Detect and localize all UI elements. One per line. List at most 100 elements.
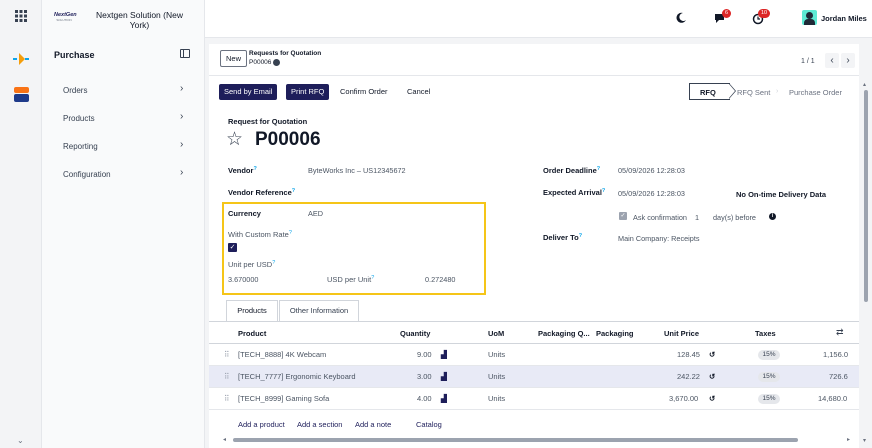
- row-product[interactable]: [TECH_7777] Ergonomic Keyboard: [238, 372, 356, 381]
- user-name[interactable]: Jordan Miles: [821, 14, 867, 23]
- table-row[interactable]: ⠿ [TECH_8888] 4K Webcam 9.00 ▟ Units 128…: [209, 344, 859, 366]
- menu-item-products[interactable]: Products: [63, 114, 95, 123]
- expected-arrival-field[interactable]: 05/09/2026 12:28:03: [618, 189, 685, 198]
- header-unit-price[interactable]: Unit Price: [664, 329, 699, 338]
- row-quantity[interactable]: 9.00: [417, 350, 432, 359]
- info-icon: i: [769, 213, 776, 220]
- tax-badge[interactable]: 15%: [758, 394, 780, 404]
- pager-next-button[interactable]: ›: [841, 53, 855, 68]
- star-icon[interactable]: ☆: [226, 130, 243, 149]
- catalog-link[interactable]: Catalog: [416, 420, 442, 429]
- header-packaging-qty[interactable]: Packaging Q...: [538, 329, 590, 338]
- dark-mode-icon[interactable]: [675, 12, 687, 24]
- status-arrow-inner: [729, 84, 735, 98]
- app-title: Purchase: [54, 50, 95, 60]
- inventory-app-icon[interactable]: [14, 87, 29, 102]
- vendor-field[interactable]: ByteWorks Inc – US12345672: [308, 166, 406, 175]
- forecast-chart-icon[interactable]: ▟: [441, 372, 447, 381]
- row-unit-price[interactable]: 128.45: [677, 350, 700, 359]
- row-subtotal: 14,680.0: [818, 394, 848, 403]
- chevron-right-icon[interactable]: ›: [180, 139, 183, 150]
- row-quantity[interactable]: 3.00: [417, 372, 432, 381]
- chevron-right-icon[interactable]: ›: [180, 167, 183, 178]
- tab-products[interactable]: Products: [226, 300, 278, 322]
- add-product-link[interactable]: Add a product: [238, 420, 285, 429]
- usd-per-unit-field[interactable]: 0.272480: [425, 275, 455, 284]
- forecast-chart-icon[interactable]: ▟: [441, 394, 447, 403]
- row-quantity[interactable]: 4.00: [417, 394, 432, 403]
- header-packaging[interactable]: Packaging: [596, 329, 634, 338]
- vendor-reference-label: Vendor Reference?: [228, 188, 296, 197]
- drag-handle-icon[interactable]: ⠿: [224, 394, 230, 403]
- ask-confirmation-checkbox[interactable]: ✓: [619, 212, 627, 220]
- pager-value[interactable]: 1 / 1: [801, 58, 815, 65]
- custom-rate-checkbox[interactable]: ✓: [228, 243, 237, 252]
- company-logo: NextGen SOLUTION: [54, 12, 77, 22]
- status-purchase-order[interactable]: Purchase Order: [789, 88, 842, 97]
- ask-confirmation-days[interactable]: 1: [695, 213, 699, 222]
- record-name: P00006: [255, 129, 321, 150]
- horizontal-scrollbar[interactable]: ◂ ▸: [223, 437, 853, 443]
- days-before-label: day(s) before: [713, 213, 756, 222]
- row-subtotal: 1,156.0: [823, 350, 849, 359]
- history-icon[interactable]: ↺: [709, 372, 715, 381]
- gear-icon[interactable]: [273, 59, 280, 66]
- history-icon[interactable]: ↺: [709, 394, 715, 403]
- row-product[interactable]: [TECH_8888] 4K Webcam: [238, 350, 326, 359]
- add-note-link[interactable]: Add a note: [355, 420, 391, 429]
- sidebar: NextGen SOLUTION Nextgen Solution (New Y…: [42, 0, 205, 448]
- add-section-link[interactable]: Add a section: [297, 420, 342, 429]
- tax-badge[interactable]: 15%: [758, 350, 780, 360]
- table-row[interactable]: ⠿ [TECH_8999] Gaming Sofa 4.00 ▟ Units 3…: [209, 388, 859, 410]
- collapse-rail-icon[interactable]: ⌄: [17, 436, 24, 445]
- company-name[interactable]: Nextgen Solution (New York): [87, 10, 192, 30]
- send-by-email-button[interactable]: Send by Email: [219, 84, 278, 100]
- menu-item-configuration[interactable]: Configuration: [63, 170, 111, 179]
- row-unit-price[interactable]: 3,670.00: [669, 394, 698, 403]
- vertical-scrollbar[interactable]: ▴ ▾: [863, 82, 869, 446]
- optional-columns-icon[interactable]: ⇄: [836, 327, 844, 338]
- chevron-right-icon[interactable]: ›: [180, 83, 183, 94]
- print-rfq-button[interactable]: Print RFQ: [286, 84, 330, 100]
- row-product[interactable]: [TECH_8999] Gaming Sofa: [238, 394, 329, 403]
- header-uom[interactable]: UoM: [488, 329, 504, 338]
- deliver-to-label: Deliver To?: [543, 233, 583, 242]
- confirm-order-button[interactable]: Confirm Order: [335, 84, 393, 100]
- ask-confirmation-label: Ask confirmation: [633, 213, 687, 222]
- menu-item-reporting[interactable]: Reporting: [63, 142, 98, 151]
- drag-handle-icon[interactable]: ⠿: [224, 350, 230, 359]
- breadcrumb-parent[interactable]: Requests for Quotation: [249, 50, 321, 57]
- drag-handle-icon[interactable]: ⠿: [224, 372, 230, 381]
- main-area: New Requests for Quotation P00006 1 / 1 …: [205, 38, 872, 448]
- toggle-sidebar-icon[interactable]: [180, 49, 190, 58]
- header-quantity[interactable]: Quantity: [400, 329, 430, 338]
- header-product[interactable]: Product: [238, 329, 266, 338]
- tax-badge[interactable]: 15%: [758, 372, 780, 382]
- apps-grid-icon[interactable]: [15, 10, 27, 22]
- chevron-right-icon[interactable]: ›: [180, 111, 183, 122]
- row-unit-price[interactable]: 242.22: [677, 372, 700, 381]
- currency-label: Currency: [228, 209, 261, 218]
- row-uom[interactable]: Units: [488, 350, 505, 359]
- avatar[interactable]: [802, 10, 817, 25]
- table-row[interactable]: ⠿ [TECH_7777] Ergonomic Keyboard 3.00 ▟ …: [209, 366, 859, 388]
- row-uom[interactable]: Units: [488, 372, 505, 381]
- forecast-chart-icon[interactable]: ▟: [441, 350, 447, 359]
- order-deadline-field[interactable]: 05/09/2026 12:28:03: [618, 166, 685, 175]
- deliver-to-field[interactable]: Main Company: Receipts: [618, 234, 700, 243]
- row-uom[interactable]: Units: [488, 394, 505, 403]
- breadcrumb-record: P00006: [249, 59, 272, 66]
- top-bar: 6 10 Jordan Miles: [205, 0, 872, 38]
- status-rfq-sent[interactable]: RFQ Sent: [737, 88, 770, 97]
- unit-per-usd-field[interactable]: 3.670000: [228, 275, 258, 284]
- purchase-app-icon[interactable]: [13, 52, 29, 66]
- header-taxes[interactable]: Taxes: [755, 329, 776, 338]
- divider: [209, 75, 859, 76]
- history-icon[interactable]: ↺: [709, 350, 715, 359]
- pager-previous-button[interactable]: ‹: [825, 53, 839, 68]
- tab-other-information[interactable]: Other Information: [279, 300, 359, 322]
- cancel-button[interactable]: Cancel: [402, 84, 435, 100]
- menu-item-orders[interactable]: Orders: [63, 86, 87, 95]
- new-button[interactable]: New: [220, 50, 248, 67]
- currency-field[interactable]: AED: [308, 209, 323, 218]
